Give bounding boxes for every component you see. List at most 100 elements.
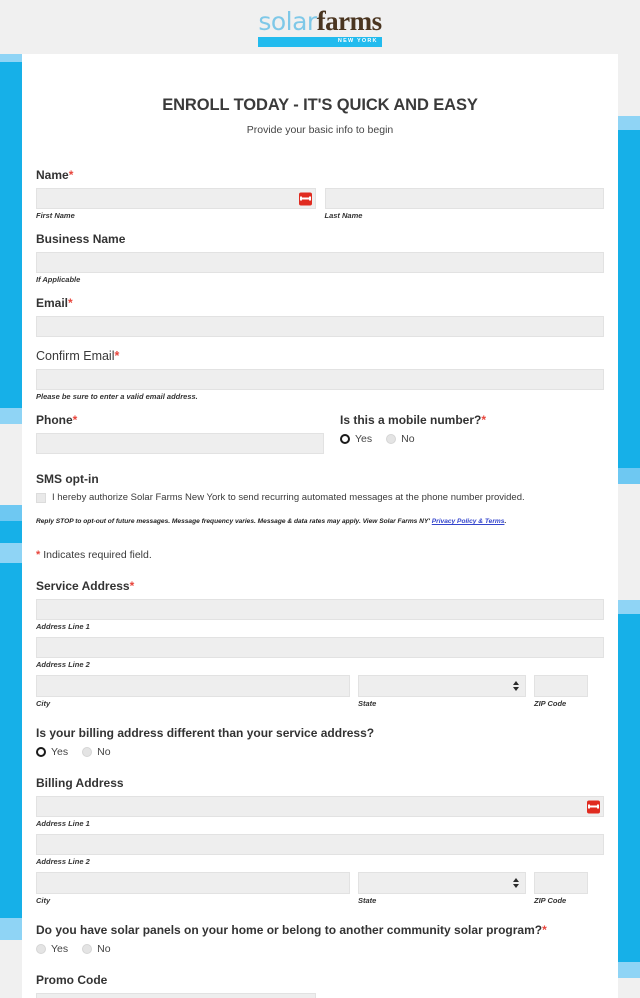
site-logo[interactable]: solarfarms NEW YORK [0,0,640,54]
billing-radio-yes[interactable]: Yes [36,746,68,758]
solar-radio-no-label: No [97,943,111,956]
password-manager-icon[interactable] [587,800,600,814]
mobile-question-label: Is this a mobile number?* [340,413,487,427]
promo-code-input[interactable] [36,993,316,998]
solar-radio-yes[interactable]: Yes [36,943,68,955]
service-state-select[interactable] [358,675,526,698]
billing-address-label: Billing Address [36,776,124,791]
enrollment-card: ENROLL TODAY - IT'S QUICK AND EASY Provi… [22,54,618,998]
phone-input[interactable] [36,433,324,454]
radio-icon[interactable] [386,434,397,444]
last-name-group: Last Name [324,188,604,220]
chevron-updown-icon [513,878,519,889]
confirm-email-input[interactable] [36,369,604,390]
first-name-sublabel: First Name [36,211,75,220]
mobile-radio-yes[interactable]: Yes [340,433,372,445]
mobile-question-group: Is this a mobile number?* Yes No [340,413,604,454]
page-title: ENROLL TODAY - IT'S QUICK AND EASY [162,96,478,114]
required-asterisk: * [542,923,547,938]
fineprint-period: . [504,518,507,526]
billing-state-select[interactable] [358,872,526,895]
service-address-line1-sublabel: Address Line 1 [36,622,90,632]
confirm-email-sublabel: Please be sure to enter a valid email ad… [36,392,198,401]
solar-radio-group: Yes No [36,943,604,955]
email-label: Email* [36,296,73,310]
service-city-group: City [36,675,350,708]
fineprint-text: Reply STOP to opt-out of future messages… [36,518,432,526]
service-address-line2-sublabel: Address Line 2 [36,660,90,670]
required-asterisk: * [114,349,120,363]
service-zip-group: ZIP Code [534,675,588,708]
billing-radio-yes-label: Yes [51,746,69,759]
first-name-input[interactable] [36,188,316,209]
confirm-email-label: Confirm Email* [36,349,120,363]
required-asterisk: * [72,413,78,427]
phone-label: Phone* [36,413,78,427]
radio-icon[interactable] [36,747,46,758]
service-address-csz-row: City State ZIP Code [36,675,604,708]
billing-radio-group: Yes No [36,746,604,758]
radio-icon[interactable] [82,747,93,758]
enrollment-form: Name* First Name Last Name Business Name… [22,168,618,998]
phone-row: Phone* Is this a mobile number?* Yes No [36,413,604,454]
service-state-sublabel: State [358,699,377,709]
service-address-line1-input[interactable] [36,599,604,621]
logo-word-farms: farms [316,5,382,36]
solar-radio-no[interactable]: No [82,943,111,956]
billing-city-group: City [36,872,350,905]
first-name-group: First Name [36,188,316,220]
password-manager-icon[interactable] [298,192,312,205]
promo-code-label: Promo Code [36,973,108,988]
radio-icon[interactable] [82,944,93,955]
billing-city-sublabel: City [36,896,51,906]
sms-optin-checkbox[interactable] [36,493,46,503]
logo-word-solar: solar [258,6,317,36]
billing-state-group: State [358,872,526,905]
sms-fineprint: Reply STOP to opt-out of future messages… [36,518,604,525]
email-input[interactable] [36,316,604,337]
required-asterisk: * [68,168,74,182]
service-zip-input[interactable] [534,675,588,698]
billing-address-csz-row: City State ZIP Code [36,872,604,905]
last-name-sublabel: Last Name [324,211,363,220]
billing-radio-no[interactable]: No [82,746,111,758]
logo-blue-bar: NEW YORK [258,36,382,47]
mobile-radio-group: Yes No [340,433,604,445]
page-root: solarfarms NEW YORK ENROLL TODAY - IT'S … [0,0,640,998]
billing-address-line1-sublabel: Address Line 1 [36,819,90,829]
billing-address-line2-input[interactable] [36,834,604,856]
billing-zip-group: ZIP Code [534,872,588,905]
radio-icon[interactable] [340,434,350,444]
service-state-group: State [358,675,526,708]
billing-address-line1-input[interactable] [36,796,604,818]
required-asterisk: * [481,413,487,427]
sms-optin-row[interactable]: I hereby authorize Solar Farms New York … [36,492,604,504]
sms-optin-label: SMS opt-in [36,472,99,486]
billing-address-line2-sublabel: Address Line 2 [36,857,90,867]
mobile-radio-no[interactable]: No [386,433,415,445]
name-label: Name* [36,168,74,182]
privacy-policy-link[interactable]: Privacy Policy & Terms [432,518,505,525]
business-name-input[interactable] [36,252,604,273]
name-row: First Name Last Name [36,188,604,220]
required-asterisk: * [129,579,135,594]
billing-zip-sublabel: ZIP Code [534,896,567,906]
required-note-text: Indicates required field. [40,549,152,562]
page-subtitle: Provide your basic info to begin [246,124,394,136]
billing-zip-input[interactable] [534,872,588,895]
sms-optin-text: I hereby authorize Solar Farms New York … [52,492,525,503]
last-name-input[interactable] [324,188,604,209]
required-field-note: * Indicates required field. [36,549,604,561]
service-zip-sublabel: ZIP Code [534,699,567,709]
mobile-radio-yes-label: Yes [355,433,373,445]
billing-state-sublabel: State [358,896,377,906]
billing-city-input[interactable] [36,872,350,895]
phone-group: Phone* [36,413,324,454]
solar-question-label: Do you have solar panels on your home or… [36,923,547,938]
service-address-line2-input[interactable] [36,637,604,659]
required-asterisk: * [68,296,73,310]
radio-icon[interactable] [36,944,46,955]
solar-radio-yes-label: Yes [51,943,69,956]
service-city-sublabel: City [36,699,51,709]
service-city-input[interactable] [36,675,350,698]
